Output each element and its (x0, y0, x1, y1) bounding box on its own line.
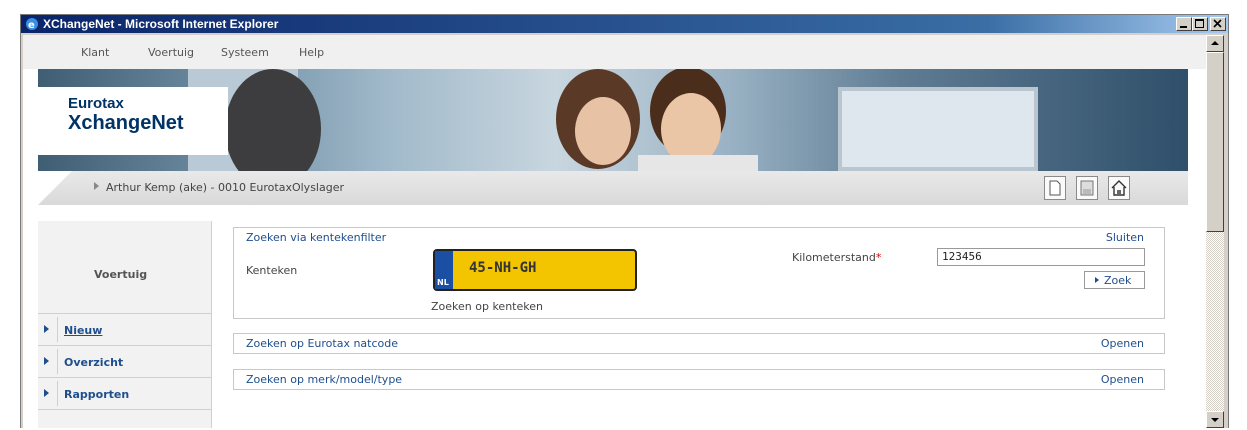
plate-search-panel: Zoeken via kentekenfilter Sluiten Kentek… (233, 227, 1165, 319)
close-icon (1213, 19, 1222, 28)
scroll-thumb[interactable] (1206, 52, 1224, 232)
natcode-panel[interactable]: Zoeken op Eurotax natcode Openen (233, 333, 1165, 354)
open-panel-link[interactable]: Openen (1101, 373, 1144, 386)
menu-klant[interactable]: Klant (81, 46, 109, 59)
arrow-up-icon (1211, 41, 1219, 45)
sidebar-item-nieuw[interactable]: Nieuw (38, 314, 211, 346)
sidebar-item-label: Nieuw (64, 324, 103, 337)
maximize-icon (1195, 19, 1204, 28)
plate-label: Kenteken (246, 264, 298, 277)
sidebar-heading: Voertuig (94, 268, 148, 281)
arrow-right-icon (1095, 277, 1099, 283)
plate-value: 45-NH-GH (469, 260, 537, 276)
vertical-scrollbar[interactable] (1206, 35, 1224, 428)
page-viewport: Klant Voertuig Systeem Help Eurotax Xcha… (23, 35, 1206, 428)
sidebar-item-overzicht[interactable]: Overzicht (38, 346, 211, 378)
maximize-button[interactable] (1192, 17, 1208, 31)
brand-logo: Eurotax XchangeNet (38, 87, 228, 155)
sidebar-header: Voertuig (38, 221, 211, 314)
zoek-button-label: Zoek (1104, 274, 1132, 287)
home-icon[interactable] (1108, 176, 1130, 200)
menu-help[interactable]: Help (299, 46, 324, 59)
license-plate-input[interactable]: NL 45-NH-GH (433, 249, 637, 291)
panel-title: Zoeken op merk/model/type (246, 373, 403, 386)
arrow-down-icon (1211, 418, 1219, 422)
arrow-right-icon (44, 325, 49, 333)
ie-logo-icon: e (26, 18, 38, 31)
svg-text:e: e (28, 20, 35, 31)
open-panel-link[interactable]: Openen (1101, 337, 1144, 350)
sidebar-item-rapporten[interactable]: Rapporten (38, 378, 211, 410)
menu-systeem[interactable]: Systeem (221, 46, 269, 59)
save-icon[interactable] (1076, 176, 1098, 200)
panel-title: Zoeken via kentekenfilter (246, 231, 387, 244)
make-model-panel[interactable]: Zoeken op merk/model/type Openen (233, 369, 1165, 390)
close-panel-link[interactable]: Sluiten (1106, 231, 1144, 244)
logo-line-1: Eurotax (68, 95, 124, 112)
browser-window: e XChangeNet - Microsoft Internet Explor… (20, 14, 1229, 428)
crumb-wedge (38, 171, 72, 205)
close-button[interactable] (1210, 17, 1226, 31)
km-input[interactable]: 123456 (937, 248, 1145, 266)
menu-voertuig[interactable]: Voertuig (148, 46, 194, 59)
scroll-up-button[interactable] (1206, 35, 1224, 52)
arrow-right-icon (44, 389, 49, 397)
km-label: Kilometerstand* (792, 251, 882, 264)
menu-bar: Klant Voertuig Systeem Help (23, 35, 1206, 69)
title-bar: e XChangeNet - Microsoft Internet Explor… (21, 15, 1228, 33)
header-banner: Eurotax XchangeNet (38, 69, 1188, 171)
panel-title: Zoeken op Eurotax natcode (246, 337, 399, 350)
zoek-button[interactable]: Zoek (1084, 271, 1145, 289)
sidebar-item-label: Rapporten (64, 388, 130, 401)
breadcrumb-bar: Arthur Kemp (ake) - 0010 EurotaxOlyslage… (38, 171, 1188, 205)
arrow-right-icon (44, 357, 49, 365)
plate-caption: Zoeken op kenteken (431, 300, 543, 313)
breadcrumb-arrow-icon (94, 182, 99, 190)
sidebar-item-label: Overzicht (64, 356, 124, 369)
breadcrumb: Arthur Kemp (ake) - 0010 EurotaxOlyslage… (106, 181, 344, 194)
sidebar: Voertuig Nieuw Overzicht Rapporten (38, 221, 212, 428)
window-title: XChangeNet - Microsoft Internet Explorer (43, 17, 279, 31)
monitor-image (838, 87, 1038, 171)
eu-flag-icon: NL (435, 251, 453, 289)
minimize-button[interactable] (1176, 17, 1192, 31)
scroll-down-button[interactable] (1206, 411, 1224, 428)
logo-line-2: XchangeNet (68, 112, 184, 134)
minimize-icon (1180, 26, 1187, 28)
new-document-icon[interactable] (1044, 176, 1066, 200)
